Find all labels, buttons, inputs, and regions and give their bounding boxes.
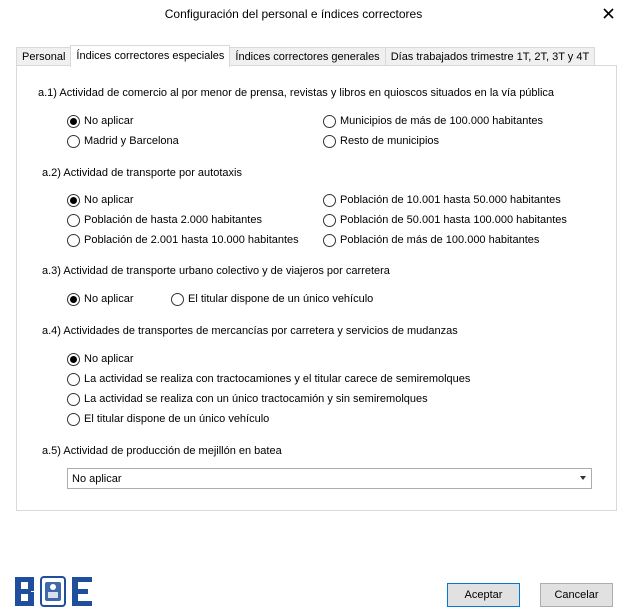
tab-indices-especiales[interactable]: Índices correctores especiales <box>70 45 231 67</box>
radio-label: No aplicar <box>84 353 134 365</box>
radio-a2-2001-10000-dot <box>67 233 80 247</box>
window-title: Configuración del personal e índices cor… <box>164 7 423 21</box>
radio-label: No aplicar <box>84 194 134 206</box>
radio-label: Población de 50.001 hasta 100.000 habita… <box>340 214 567 226</box>
radio-a2-mas-100000[interactable]: Población de más de 100.000 habitantes <box>323 232 539 248</box>
tab-panel: a.1) Actividad de comercio al por menor … <box>16 65 617 511</box>
cancel-button[interactable]: Cancelar <box>540 583 613 607</box>
radio-label: Población de 2.001 hasta 10.000 habitant… <box>84 234 299 246</box>
radio-a2-10001-50000-dot <box>323 193 336 207</box>
radio-a2-50001-100000[interactable]: Población de 50.001 hasta 100.000 habita… <box>323 212 567 228</box>
accept-button[interactable]: Aceptar <box>447 583 520 607</box>
radio-a1-municipios-100000-dot <box>323 114 336 128</box>
radio-label: Resto de municipios <box>340 135 440 147</box>
section-a2-title: a.2) Actividad de transporte por autotax… <box>42 167 242 179</box>
radio-label: Población de hasta 2.000 habitantes <box>84 214 262 226</box>
radio-label: Municipios de más de 100.000 habitantes <box>340 115 544 127</box>
radio-a1-resto-municipios[interactable]: Resto de municipios <box>323 133 439 149</box>
radio-a2-hasta-2000-dot <box>67 213 80 227</box>
boe-logo-icon <box>15 576 92 607</box>
mejillon-select[interactable]: No aplicar <box>67 468 592 489</box>
close-icon <box>602 7 614 19</box>
radio-a2-2001-10000[interactable]: Población de 2.001 hasta 10.000 habitant… <box>67 232 299 248</box>
tab-personal[interactable]: Personal <box>16 47 72 66</box>
radio-label: El titular dispone de un único vehículo <box>188 293 374 305</box>
radio-label: La actividad se realiza con tractocamion… <box>84 373 471 385</box>
radio-a4-no-aplicar-dot <box>67 352 80 366</box>
chevron-down-icon <box>580 476 586 480</box>
radio-a4-no-aplicar[interactable]: No aplicar <box>67 351 134 367</box>
radio-a1-madrid-barcelona-dot <box>67 134 80 148</box>
section-a5-title: a.5) Actividad de producción de mejillón… <box>42 445 282 457</box>
radio-a1-resto-municipios-dot <box>323 134 336 148</box>
tab-strip: Personal Índices correctores especiales … <box>16 45 596 67</box>
radio-a2-hasta-2000[interactable]: Población de hasta 2.000 habitantes <box>67 212 262 228</box>
radio-a2-50001-100000-dot <box>323 213 336 227</box>
radio-a4-unico-vehiculo[interactable]: El titular dispone de un único vehículo <box>67 411 269 427</box>
radio-a4-unico-tractocamion-dot <box>67 392 80 406</box>
radio-a4-tractocamiones[interactable]: La actividad se realiza con tractocamion… <box>67 371 470 387</box>
radio-a2-mas-100000-dot <box>323 233 336 247</box>
radio-label: Madrid y Barcelona <box>84 135 179 147</box>
title-bar: Configuración del personal e índices cor… <box>0 0 627 34</box>
radio-label: No aplicar <box>84 115 134 127</box>
tab-indices-generales[interactable]: Índices correctores generales <box>229 47 386 66</box>
tab-dias-trabajados[interactable]: Días trabajados trimestre 1T, 2T, 3T y 4… <box>384 47 596 66</box>
radio-label: Población de más de 100.000 habitantes <box>340 234 540 246</box>
radio-a4-unico-tractocamion[interactable]: La actividad se realiza con un único tra… <box>67 391 428 407</box>
radio-a1-no-aplicar[interactable]: No aplicar <box>67 113 134 129</box>
mejillon-select-value: No aplicar <box>72 472 122 485</box>
radio-a4-unico-vehiculo-dot <box>67 412 80 426</box>
radio-label: El titular dispone de un único vehículo <box>84 413 270 425</box>
radio-a2-no-aplicar[interactable]: No aplicar <box>67 192 134 208</box>
radio-a2-10001-50000[interactable]: Población de 10.001 hasta 50.000 habitan… <box>323 192 561 208</box>
radio-a1-no-aplicar-dot <box>67 114 80 128</box>
section-a4-title: a.4) Actividades de transportes de merca… <box>42 325 458 337</box>
radio-a3-no-aplicar[interactable]: No aplicar <box>67 291 134 307</box>
radio-a3-no-aplicar-dot <box>67 292 80 306</box>
radio-label: La actividad se realiza con un único tra… <box>84 393 428 405</box>
radio-label: Población de 10.001 hasta 50.000 habitan… <box>340 194 561 206</box>
close-button[interactable] <box>595 2 621 24</box>
radio-a2-no-aplicar-dot <box>67 193 80 207</box>
radio-label: No aplicar <box>84 293 134 305</box>
section-a1-title: a.1) Actividad de comercio al por menor … <box>38 87 555 99</box>
radio-a3-unico-vehiculo[interactable]: El titular dispone de un único vehículo <box>171 291 373 307</box>
radio-a4-tractocamiones-dot <box>67 372 80 386</box>
radio-a3-unico-vehiculo-dot <box>171 292 184 306</box>
radio-a1-municipios-100000[interactable]: Municipios de más de 100.000 habitantes <box>323 113 543 129</box>
section-a3-title: a.3) Actividad de transporte urbano cole… <box>42 265 390 277</box>
radio-a1-madrid-barcelona[interactable]: Madrid y Barcelona <box>67 133 179 149</box>
